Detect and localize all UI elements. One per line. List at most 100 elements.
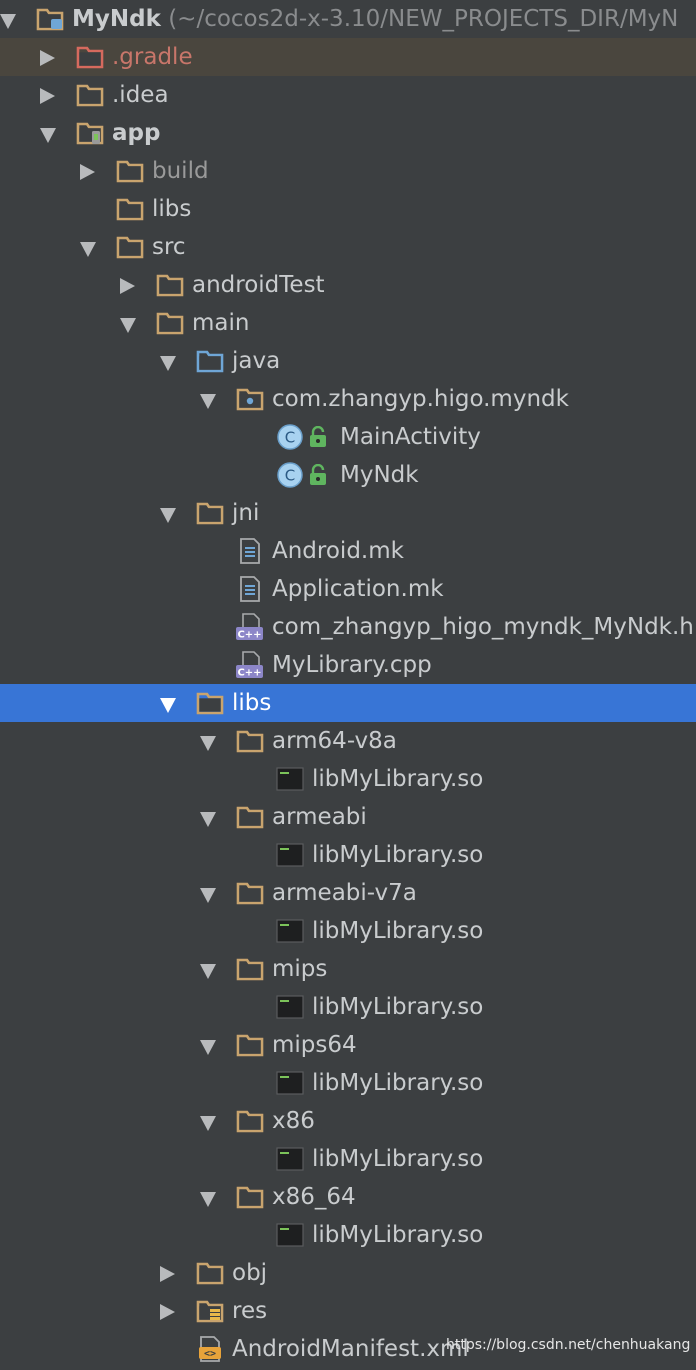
tree-item-label: java: [232, 348, 281, 374]
folder-icon: [116, 195, 144, 223]
svg-text:C: C: [285, 467, 295, 485]
chevron-down-icon[interactable]: [120, 318, 136, 333]
chevron-right-icon[interactable]: [120, 278, 135, 294]
folder-icon: [236, 1031, 264, 1059]
chevron-down-icon[interactable]: [160, 698, 176, 713]
chevron-right-icon[interactable]: [160, 1304, 175, 1320]
tree-item-label: app: [112, 120, 161, 146]
tree-row[interactable]: libs: [0, 684, 696, 722]
tree-item-label: com_zhangyp_higo_myndk_MyNdk.h: [272, 614, 694, 640]
tree-row[interactable]: app: [0, 114, 696, 152]
tree-row[interactable]: mips: [0, 950, 696, 988]
folder-icon: [236, 955, 264, 983]
chevron-down-icon[interactable]: [160, 356, 176, 371]
chevron-down-icon[interactable]: [200, 736, 216, 751]
chevron-down-icon[interactable]: [200, 812, 216, 827]
tree-item-label: main: [192, 310, 250, 336]
package-icon: [236, 385, 264, 413]
folder-icon: [76, 81, 104, 109]
lock-open-icon: [308, 463, 328, 486]
tree-row[interactable]: arm64-v8a: [0, 722, 696, 760]
tree-row[interactable]: .idea: [0, 76, 696, 114]
tree-item-label: MyNdk (~/cocos2d-x-3.10/NEW_PROJECTS_DIR…: [72, 6, 679, 32]
chevron-down-icon[interactable]: [200, 1192, 216, 1207]
tree-row[interactable]: res: [0, 1292, 696, 1330]
chevron-right-icon[interactable]: [40, 50, 55, 66]
tree-item-label: obj: [232, 1260, 268, 1286]
tree-item-label: MyNdk: [340, 462, 419, 488]
tree-row[interactable]: libs: [0, 190, 696, 228]
tree-row[interactable]: androidTest: [0, 266, 696, 304]
tree-row[interactable]: libMyLibrary.so: [0, 1064, 696, 1102]
tree-item-label: armeabi-v7a: [272, 880, 417, 906]
folder-icon: [196, 499, 224, 527]
tree-row[interactable]: armeabi-v7a: [0, 874, 696, 912]
tree-row[interactable]: x86: [0, 1102, 696, 1140]
folder-icon: [236, 879, 264, 907]
chevron-right-icon[interactable]: [160, 1266, 175, 1282]
lock-open-icon: [308, 425, 328, 448]
chevron-down-icon[interactable]: [160, 508, 176, 523]
tree-item-label: build: [152, 158, 209, 184]
tree-row[interactable]: mips64: [0, 1026, 696, 1064]
chevron-down-icon[interactable]: [200, 1040, 216, 1055]
folder-icon: [196, 1259, 224, 1287]
tree-row[interactable]: libMyLibrary.so: [0, 912, 696, 950]
tree-row[interactable]: src: [0, 228, 696, 266]
chevron-down-icon[interactable]: [200, 964, 216, 979]
tree-row[interactable]: java: [0, 342, 696, 380]
text-file-icon: [236, 575, 264, 603]
tree-row[interactable]: MyNdk (~/cocos2d-x-3.10/NEW_PROJECTS_DIR…: [0, 0, 696, 38]
tree-row[interactable]: obj: [0, 1254, 696, 1292]
tree-row[interactable]: libMyLibrary.so: [0, 1216, 696, 1254]
project-tree: MyNdk (~/cocos2d-x-3.10/NEW_PROJECTS_DIR…: [0, 0, 696, 1370]
chevron-down-icon[interactable]: [0, 14, 16, 29]
tree-row[interactable]: C MyNdk: [0, 456, 696, 494]
chevron-down-icon[interactable]: [200, 1116, 216, 1131]
tree-row[interactable]: C MainActivity: [0, 418, 696, 456]
svg-text:<>: <>: [204, 1349, 216, 1360]
resource-folder-icon: [196, 1297, 224, 1325]
chevron-right-icon[interactable]: [80, 164, 95, 180]
chevron-right-icon[interactable]: [40, 88, 55, 104]
tree-row[interactable]: Android.mk: [0, 532, 696, 570]
chevron-down-icon[interactable]: [200, 394, 216, 409]
java-class-icon: C: [276, 461, 304, 489]
tree-row[interactable]: build: [0, 152, 696, 190]
tree-item-label: libMyLibrary.so: [312, 766, 484, 792]
svg-text:C++: C++: [237, 668, 261, 679]
tree-row[interactable]: libMyLibrary.so: [0, 760, 696, 798]
folder-icon: [116, 233, 144, 261]
tree-row[interactable]: jni: [0, 494, 696, 532]
tree-item-label: .idea: [112, 82, 169, 108]
tree-row[interactable]: main: [0, 304, 696, 342]
tree-item-label: libMyLibrary.so: [312, 842, 484, 868]
tree-item-label: libMyLibrary.so: [312, 994, 484, 1020]
tree-row[interactable]: C++ MyLibrary.cpp: [0, 646, 696, 684]
tree-item-label: MyLibrary.cpp: [272, 652, 432, 678]
cpp-file-icon: C++: [236, 651, 264, 679]
binary-file-icon: [276, 765, 304, 793]
tree-item-label: com.zhangyp.higo.myndk: [272, 386, 569, 412]
tree-row[interactable]: com.zhangyp.higo.myndk: [0, 380, 696, 418]
tree-row[interactable]: libMyLibrary.so: [0, 836, 696, 874]
chevron-down-icon[interactable]: [80, 242, 96, 257]
folder-icon: [236, 727, 264, 755]
tree-row[interactable]: Application.mk: [0, 570, 696, 608]
binary-file-icon: [276, 1221, 304, 1249]
tree-item-label: libMyLibrary.so: [312, 1070, 484, 1096]
tree-row[interactable]: C++ com_zhangyp_higo_myndk_MyNdk.h: [0, 608, 696, 646]
tree-row[interactable]: armeabi: [0, 798, 696, 836]
tree-row[interactable]: x86_64: [0, 1178, 696, 1216]
chevron-down-icon[interactable]: [40, 128, 56, 143]
tree-item-label: jni: [232, 500, 260, 526]
tree-row[interactable]: libMyLibrary.so: [0, 1140, 696, 1178]
tree-item-label: mips: [272, 956, 328, 982]
tree-row[interactable]: .gradle: [0, 38, 696, 76]
chevron-down-icon[interactable]: [200, 888, 216, 903]
tree-item-label: androidTest: [192, 272, 325, 298]
tree-row[interactable]: libMyLibrary.so: [0, 988, 696, 1026]
tree-item-label: mips64: [272, 1032, 357, 1058]
folder-icon: [196, 689, 224, 717]
folder-icon: [156, 271, 184, 299]
